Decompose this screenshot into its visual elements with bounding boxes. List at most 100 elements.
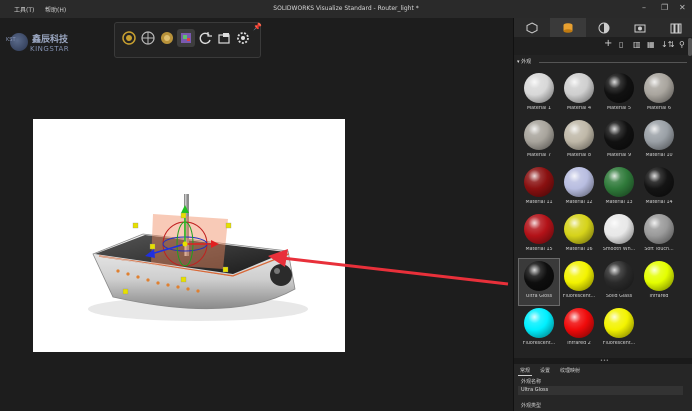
material-label: Material 10 [645, 153, 673, 158]
material-label: Fluorescent... [602, 341, 636, 346]
material-label: Smooth Wh... [602, 247, 636, 252]
tab-scene[interactable] [586, 18, 622, 37]
library-icon [670, 23, 682, 33]
material-item[interactable]: Material 13 [599, 165, 639, 211]
material-label: Solid Glass [605, 294, 633, 299]
material-item[interactable]: Material 1 [519, 71, 559, 117]
material-label: Material 13 [605, 200, 633, 205]
section-divider [539, 62, 687, 63]
material-swatch [604, 167, 634, 197]
sort-button[interactable]: ↓⇅ [661, 40, 674, 49]
material-swatch [564, 120, 594, 150]
material-label: Material 4 [566, 106, 592, 111]
cube-icon [526, 21, 538, 34]
viewport[interactable]: KST 鑫辰科技 KINGSTAR 📌 [0, 18, 513, 411]
material-label: Material 16 [565, 247, 593, 252]
material-swatch [564, 261, 594, 291]
material-label: Infrared 2 [567, 341, 591, 346]
tab-texture-mapping[interactable]: 纹理映射 [558, 366, 582, 375]
material-item[interactable]: Material 4 [559, 71, 599, 117]
tab-appearance[interactable] [550, 18, 586, 37]
material-swatch [564, 308, 594, 338]
material-swatch [524, 167, 554, 197]
material-swatch [524, 120, 554, 150]
camera-icon [634, 24, 646, 32]
material-item[interactable]: Fluorescent... [519, 306, 559, 352]
material-swatch [564, 214, 594, 244]
panel-toolbar: + ▯ ▥ ▦ ↓⇅ ⚲ [514, 37, 692, 55]
material-item[interactable]: Infrared 2 [559, 306, 599, 352]
appearance-type-label: 外观类型 [521, 403, 542, 409]
appearance-section-header[interactable]: ▾ 外观 [517, 58, 689, 66]
appearance-name-field[interactable]: Ultra Gloss [518, 386, 683, 395]
material-item[interactable]: Material 9 [599, 118, 639, 164]
material-item[interactable]: Fluorescent... [559, 259, 599, 305]
material-swatch [604, 214, 634, 244]
scene-icon [598, 22, 610, 33]
panel-scrollbar[interactable] [688, 38, 692, 56]
grid-view-icon[interactable]: ▦ [647, 40, 655, 49]
tab-library[interactable] [658, 18, 692, 37]
tab-settings[interactable]: 设置 [538, 366, 552, 375]
material-label: Material 7 [526, 153, 552, 158]
material-swatch [524, 214, 554, 244]
material-swatch [644, 120, 674, 150]
material-item[interactable]: Soft Touch... [639, 212, 679, 258]
material-item[interactable]: Smooth Wh... [599, 212, 639, 258]
material-item[interactable]: Material 5 [599, 71, 639, 117]
material-item[interactable]: Solid Glass [599, 259, 639, 305]
material-swatch [524, 73, 554, 103]
material-swatch [644, 261, 674, 291]
close-button[interactable]: ✕ [679, 3, 686, 12]
material-label: Material 15 [525, 247, 553, 252]
panel-view-icon[interactable]: ▥ [633, 40, 641, 49]
material-label: Infrared [649, 294, 669, 299]
material-item[interactable]: Ultra Gloss [518, 258, 560, 306]
material-label: Material 8 [566, 153, 592, 158]
material-item[interactable]: Material 11 [519, 165, 559, 211]
material-item[interactable]: Material 12 [559, 165, 599, 211]
material-swatch [644, 167, 674, 197]
material-swatch [524, 261, 554, 291]
material-item[interactable]: Infrared [639, 259, 679, 305]
material-label: Soft Touch... [644, 247, 674, 252]
material-swatch [524, 308, 554, 338]
material-item[interactable]: Material 10 [639, 118, 679, 164]
appearance-icon [563, 22, 573, 33]
add-button[interactable]: + [604, 38, 612, 49]
material-swatch [644, 214, 674, 244]
material-swatch [604, 120, 634, 150]
material-item[interactable]: Fluorescent... [599, 306, 639, 352]
material-item[interactable]: Material 16 [559, 212, 599, 258]
title-bar: 工具(T) 帮助(H) SOLIDWORKS Visualize Standar… [0, 0, 692, 18]
tab-general[interactable]: 常规 [518, 366, 533, 376]
tab-model[interactable] [514, 18, 550, 37]
material-label: Material 6 [646, 106, 672, 111]
minimize-button[interactable]: – [642, 3, 646, 12]
tab-camera[interactable] [622, 18, 658, 37]
search-button[interactable]: ⚲ [679, 40, 685, 49]
material-item[interactable]: Material 14 [639, 165, 679, 211]
material-swatch [564, 167, 594, 197]
material-swatch [644, 73, 674, 103]
material-label: Fluorescent... [522, 341, 556, 346]
material-swatch [604, 308, 634, 338]
material-item[interactable]: Material 7 [519, 118, 559, 164]
material-label: Material 11 [525, 200, 553, 205]
file-icon[interactable]: ▯ [619, 40, 623, 49]
material-swatch [604, 261, 634, 291]
material-item[interactable]: Material 8 [559, 118, 599, 164]
material-label: Material 9 [606, 153, 632, 158]
appearance-name-label: 外观名称 [521, 379, 542, 385]
panel-tabs [514, 18, 692, 37]
window-title: SOLIDWORKS Visualize Standard - Router_l… [273, 5, 419, 12]
material-item[interactable]: Material 15 [519, 212, 559, 258]
section-label: ▾ 外观 [517, 59, 532, 65]
material-item[interactable]: Material 6 [639, 71, 679, 117]
material-label: Material 1 [526, 106, 552, 111]
material-label: Fluorescent... [562, 294, 596, 299]
restore-button[interactable]: ❐ [661, 3, 668, 12]
properties-panel: 常规 设置 纹理映射 外观名称 Ultra Gloss 外观类型 [514, 364, 692, 411]
palette-panel: + ▯ ▥ ▦ ↓⇅ ⚲ ▾ 外观 Material 1 Material 4 Ma… [513, 18, 692, 411]
material-swatch [564, 73, 594, 103]
